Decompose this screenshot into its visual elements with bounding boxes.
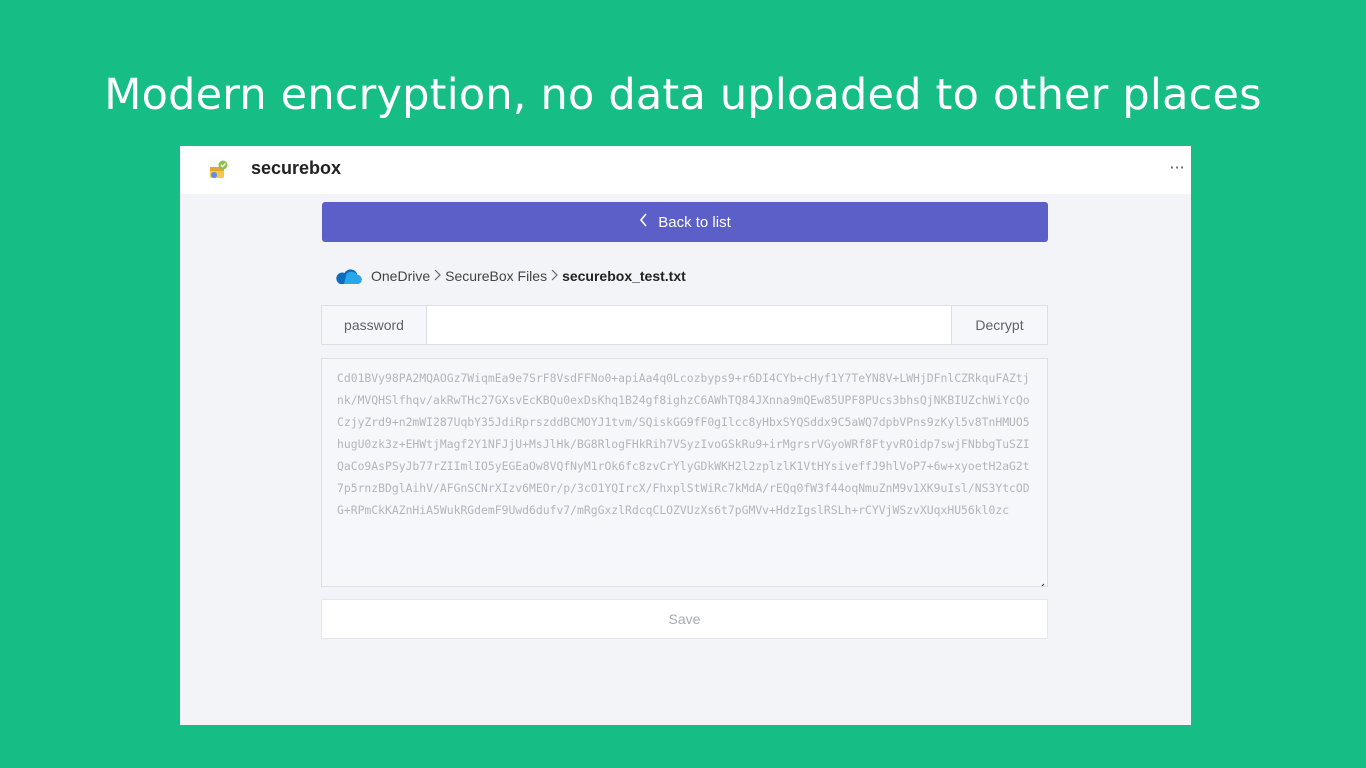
onedrive-cloud-icon — [332, 266, 362, 286]
save-button[interactable]: Save — [321, 599, 1048, 639]
password-row: password Decrypt — [321, 305, 1048, 345]
breadcrumb-separator-icon — [551, 268, 558, 284]
back-to-list-button[interactable]: Back to list — [322, 202, 1048, 242]
app-window: securebox ··· Back to list OneDrive Secu… — [180, 146, 1191, 725]
more-options-icon[interactable]: ··· — [1167, 156, 1187, 180]
password-label: password — [322, 306, 427, 344]
app-name: securebox — [251, 158, 342, 178]
breadcrumb-item-onedrive[interactable]: OneDrive — [371, 268, 430, 284]
promo-headline: Modern encryption, no data uploaded to o… — [104, 70, 1262, 120]
breadcrumb-item-securebox-files[interactable]: SecureBox Files — [445, 268, 547, 284]
password-input[interactable] — [427, 306, 951, 344]
securebox-logo-icon — [207, 159, 229, 181]
cipher-text: Cd01BVy98PA2MQAOGz7WiqmEa9e7SrF8VsdFFNo0… — [337, 371, 1030, 517]
chevron-left-icon — [639, 213, 648, 231]
decrypt-button[interactable]: Decrypt — [951, 306, 1047, 344]
breadcrumb: OneDrive SecureBox Files securebox_test.… — [332, 264, 686, 288]
breadcrumb-item-current-file: securebox_test.txt — [562, 268, 686, 284]
title-bar: securebox ··· — [180, 146, 1191, 194]
back-to-list-label: Back to list — [658, 213, 731, 231]
breadcrumb-separator-icon — [434, 268, 441, 284]
cipher-textarea[interactable]: Cd01BVy98PA2MQAOGz7WiqmEa9e7SrF8VsdFFNo0… — [321, 358, 1048, 587]
resize-handle-icon[interactable] — [1037, 576, 1045, 586]
